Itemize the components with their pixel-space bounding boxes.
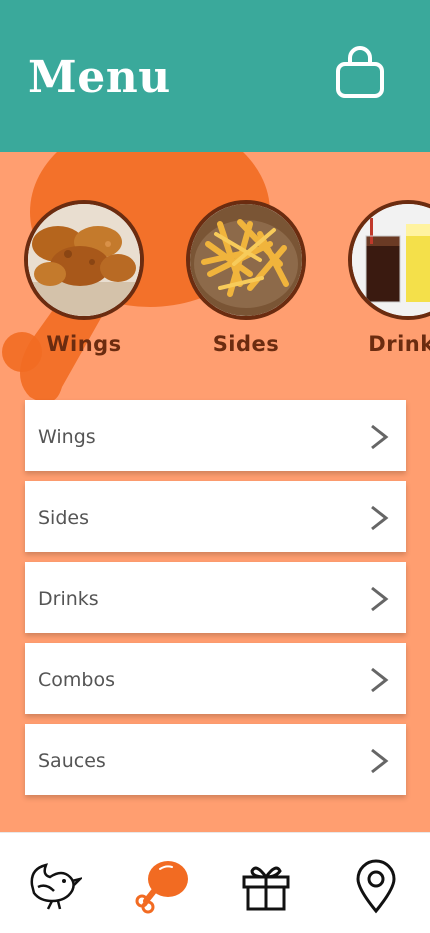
category-sides[interactable]: Sides <box>182 200 310 356</box>
category-wings[interactable]: Wings <box>20 200 148 356</box>
category-label: Wings <box>46 332 122 356</box>
bottom-navigation <box>0 832 430 933</box>
shopping-bag-icon[interactable] <box>334 44 386 100</box>
category-label: Drinks <box>368 332 430 356</box>
drumstick-icon[interactable] <box>132 855 192 915</box>
list-item-label: Combos <box>38 669 115 691</box>
category-label: Sides <box>212 332 280 356</box>
chevron-right-icon <box>371 586 389 612</box>
chevron-right-icon <box>371 424 389 450</box>
category-carousel[interactable]: Wings Sides Drink <box>0 200 430 370</box>
list-item-sides[interactable]: Sides <box>25 481 406 552</box>
drinks-image <box>348 200 430 320</box>
list-item-combos[interactable]: Combos <box>25 643 406 714</box>
list-item-drinks[interactable]: Drinks <box>25 562 406 633</box>
menu-category-list: Wings Sides Drinks Combos Sauces <box>25 400 406 805</box>
wings-image <box>24 200 144 320</box>
list-item-wings[interactable]: Wings <box>25 400 406 471</box>
list-item-label: Drinks <box>38 588 99 610</box>
page-title: Menu <box>28 52 171 103</box>
list-item-label: Sauces <box>38 750 106 772</box>
chevron-right-icon <box>371 748 389 774</box>
category-drinks[interactable]: Drinks <box>344 200 430 356</box>
list-item-sauces[interactable]: Sauces <box>25 724 406 795</box>
list-item-label: Sides <box>38 507 89 529</box>
menu-content: Wings Sides Drink Wings Sides Drinks Com… <box>0 152 430 832</box>
location-pin-icon[interactable] <box>346 855 406 915</box>
bird-logo-icon[interactable] <box>22 855 82 915</box>
gift-icon[interactable] <box>236 855 296 915</box>
chevron-right-icon <box>371 505 389 531</box>
chevron-right-icon <box>371 667 389 693</box>
sides-image <box>186 200 306 320</box>
app-header: Menu <box>0 0 430 152</box>
list-item-label: Wings <box>38 426 96 448</box>
